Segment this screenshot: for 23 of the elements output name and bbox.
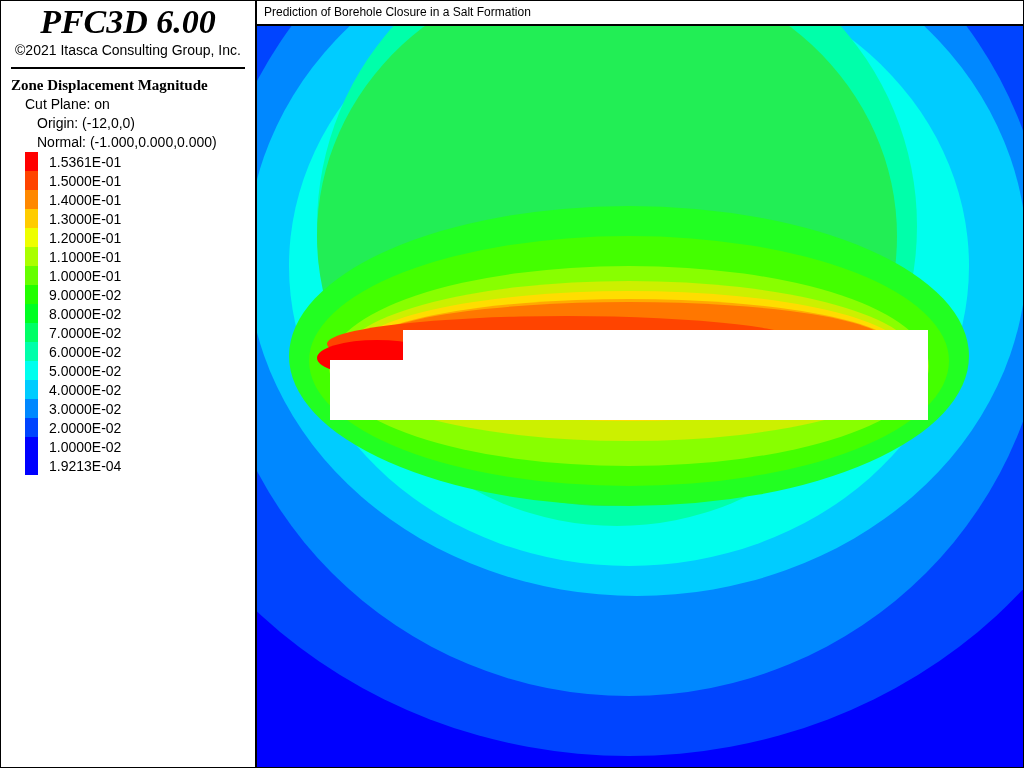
legend-label: 2.0000E-02 xyxy=(49,419,122,436)
legend-title: Zone Displacement Magnitude xyxy=(11,76,209,95)
legend-label: 1.5361E-01 xyxy=(49,153,122,170)
legend-label: 1.1000E-01 xyxy=(49,248,122,265)
legend-label: 1.3000E-01 xyxy=(49,210,122,227)
legend-label: 3.0000E-02 xyxy=(49,400,122,417)
legend-label: 8.0000E-02 xyxy=(49,305,122,322)
copyright-text: ©2021 Itasca Consulting Group, Inc. xyxy=(14,41,242,59)
legend-label: 7.0000E-02 xyxy=(49,324,122,341)
origin-text: Origin: (-12,0,0) xyxy=(37,114,137,133)
normal-text: Normal: (-1.000,0.000,0.000) xyxy=(37,133,218,152)
legend-label: 1.0000E-01 xyxy=(49,267,122,284)
legend-label: 1.5000E-01 xyxy=(49,172,122,189)
legend-label: 9.0000E-02 xyxy=(49,286,122,303)
legend-label: 1.4000E-01 xyxy=(49,191,122,208)
legend-label: 1.9213E-04 xyxy=(49,457,122,474)
legend-label: 1.0000E-02 xyxy=(49,438,122,455)
app-title: PFC3D 6.00 xyxy=(39,3,217,41)
legend-label: 1.2000E-01 xyxy=(49,229,122,246)
legend-label: 5.0000E-02 xyxy=(49,362,122,379)
cut-plane-text: Cut Plane: on xyxy=(25,95,111,114)
legend-label: 4.0000E-02 xyxy=(49,381,122,398)
legend-label: 6.0000E-02 xyxy=(49,343,122,360)
